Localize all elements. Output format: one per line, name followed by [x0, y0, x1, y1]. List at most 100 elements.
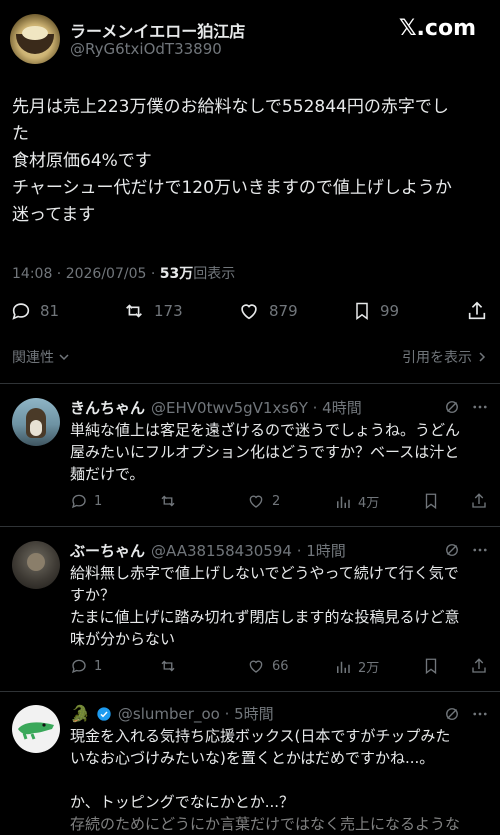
more-icon[interactable] — [470, 541, 490, 559]
divider — [0, 526, 500, 527]
reply-author-handle[interactable]: @slumber_oo · 5時間 — [118, 703, 274, 724]
reply-repost-button[interactable] — [158, 657, 184, 675]
bookmark-icon — [356, 302, 368, 320]
bird-belly — [30, 420, 42, 436]
views-count: 53万 — [159, 266, 194, 282]
reply-line: 単純な値上は客足を遠ざけるので迷うでしょうね。うどん — [70, 421, 461, 439]
post-timestamp[interactable]: 14:08 · 2026/07/05 · — [12, 266, 160, 282]
post-line: た — [12, 124, 29, 144]
share-icon[interactable] — [470, 492, 488, 510]
verified-badge-icon — [97, 706, 111, 721]
reply-author-name[interactable]: きんちゃん — [70, 397, 145, 418]
reply-views-button[interactable]: 4万 — [334, 492, 379, 511]
crocodile-icon — [18, 722, 54, 740]
views-count: 2万 — [358, 661, 380, 676]
reply-line: 存続のためにどうにか言葉だけではなく売上になるような — [70, 815, 461, 833]
bookmark-icon[interactable] — [422, 657, 440, 675]
reply-header: きんちゃん @EHV0twv5gV1xs6Y · 4時間 — [70, 397, 362, 418]
repost-icon — [126, 304, 142, 318]
post-line: 先月は売上223万僕のお給料なしで552844円の赤字でし — [12, 97, 449, 117]
reply-views-button[interactable]: 2万 — [334, 657, 379, 676]
analytics-icon — [337, 496, 350, 508]
repost-button[interactable]: 173 — [122, 300, 183, 322]
heart-icon — [241, 304, 257, 320]
like-button[interactable]: 879 — [237, 300, 298, 322]
bookmark-count: 99 — [380, 302, 400, 320]
reply-line: 現金を入れる気持ち応援ボックス(日本ですがチップみた — [70, 727, 451, 745]
view-quotes-link[interactable]: 引用を表示 — [402, 347, 488, 367]
reply-line: 味が分からない — [70, 630, 176, 648]
ramen-topping — [22, 26, 48, 40]
grok-icon[interactable] — [443, 541, 461, 559]
repost-icon — [161, 660, 175, 672]
reply-button[interactable]: 81 — [10, 300, 59, 322]
reply-like-button[interactable]: 66 — [246, 657, 289, 675]
reply-line — [70, 769, 490, 791]
reply-author-handle[interactable]: @AA38158430594 · 1時間 — [151, 540, 346, 561]
reply-author-handle[interactable]: @EHV0twv5gV1xs6Y · 4時間 — [151, 397, 362, 418]
post-line: チャーシュー代だけで120万いきますので値上げしようか — [12, 178, 452, 198]
reply-text: 単純な値上は客足を遠ざけるので迷うでしょうね。うどん 屋みたいにフルオプション化… — [70, 419, 490, 485]
reply-text: 現金を入れる気持ち応援ボックス(日本ですがチップみた いなお心づけみたいな)を置… — [70, 725, 490, 835]
grok-icon[interactable] — [443, 705, 461, 723]
reply-like-button[interactable]: 2 — [246, 492, 280, 510]
ape-face — [27, 553, 45, 571]
like-count: 66 — [272, 658, 289, 674]
sort-relevance[interactable]: 関連性 — [12, 347, 70, 367]
reply-header: ぶーちゃん @AA38158430594 · 1時間 — [70, 540, 346, 561]
reply-icon — [12, 303, 30, 320]
grok-icon[interactable] — [443, 398, 461, 416]
reply-count: 81 — [40, 302, 60, 320]
reply-text: 給料無し赤字で値上げしないでどうやって続けて行く気で すか？ たまに値上げに踏み… — [70, 562, 490, 650]
post-text: 先月は売上223万僕のお給料なしで552844円の赤字でし た 食材原価64%で… — [12, 94, 497, 229]
post-meta: 14:08 · 2026/07/05 · 53万回表示 — [12, 263, 235, 283]
reply-count: 1 — [94, 493, 103, 509]
share-icon[interactable] — [470, 657, 488, 675]
reply-line: 給料無し赤字で値上げしないでどうやって続けて行く気で — [70, 564, 459, 582]
quotes-label: 引用を表示 — [402, 350, 472, 366]
reply-author-name[interactable]: ぶーちゃん — [70, 540, 145, 561]
chevron-down-icon — [59, 354, 69, 361]
reply-icon — [71, 659, 86, 674]
post-line: 迷ってます — [12, 205, 96, 225]
repost-count: 173 — [154, 302, 183, 320]
views-label: 回表示 — [193, 266, 236, 282]
reply-icon — [71, 494, 86, 509]
divider — [0, 383, 500, 384]
author-name[interactable]: ラーメンイエロー狛江店 — [70, 18, 245, 42]
reply-avatar[interactable] — [12, 541, 60, 589]
share-button[interactable] — [466, 300, 488, 322]
more-icon[interactable] — [470, 398, 490, 416]
author-handle[interactable]: @RyG6txiOdT33890 — [70, 40, 222, 58]
reply-author-name[interactable]: 🐊 — [70, 704, 90, 723]
more-icon[interactable] — [470, 705, 490, 723]
reply-count: 1 — [94, 658, 103, 674]
reply-avatar[interactable] — [12, 705, 60, 753]
post-line: 食材原価64%です — [12, 151, 152, 171]
reply-avatar[interactable] — [12, 398, 60, 446]
bookmark-icon[interactable] — [422, 492, 440, 510]
reply-line: か、トッピングでなにかとか...？ — [70, 793, 295, 811]
reply-line: 屋みたいにフルオプション化はどうですか？ベースは汁と — [70, 443, 460, 461]
reply-header: 🐊 @slumber_oo · 5時間 — [70, 703, 274, 724]
chevron-right-icon — [479, 352, 486, 362]
analytics-icon — [337, 661, 350, 673]
reply-reply-button[interactable]: 1 — [70, 657, 102, 675]
sort-label: 関連性 — [12, 350, 54, 366]
heart-icon — [249, 660, 263, 673]
reply-line: すか？ — [70, 586, 116, 604]
like-count: 2 — [272, 493, 281, 509]
reply-reply-button[interactable]: 1 — [70, 492, 102, 510]
reply-repost-button[interactable] — [158, 492, 184, 510]
heart-icon — [249, 495, 263, 508]
reply-line: たまに値上げに踏み切れず閉店します的な投稿見るけど意 — [70, 608, 460, 626]
author-avatar[interactable] — [10, 14, 60, 64]
views-count: 4万 — [358, 496, 380, 511]
divider — [0, 691, 500, 692]
share-icon — [468, 301, 486, 320]
bookmark-button[interactable]: 99 — [352, 300, 399, 322]
like-count: 879 — [269, 302, 298, 320]
reply-line: 麺だけで。 — [70, 465, 145, 483]
repost-icon — [161, 495, 175, 507]
x-watermark: 𝕏.com — [398, 16, 476, 41]
